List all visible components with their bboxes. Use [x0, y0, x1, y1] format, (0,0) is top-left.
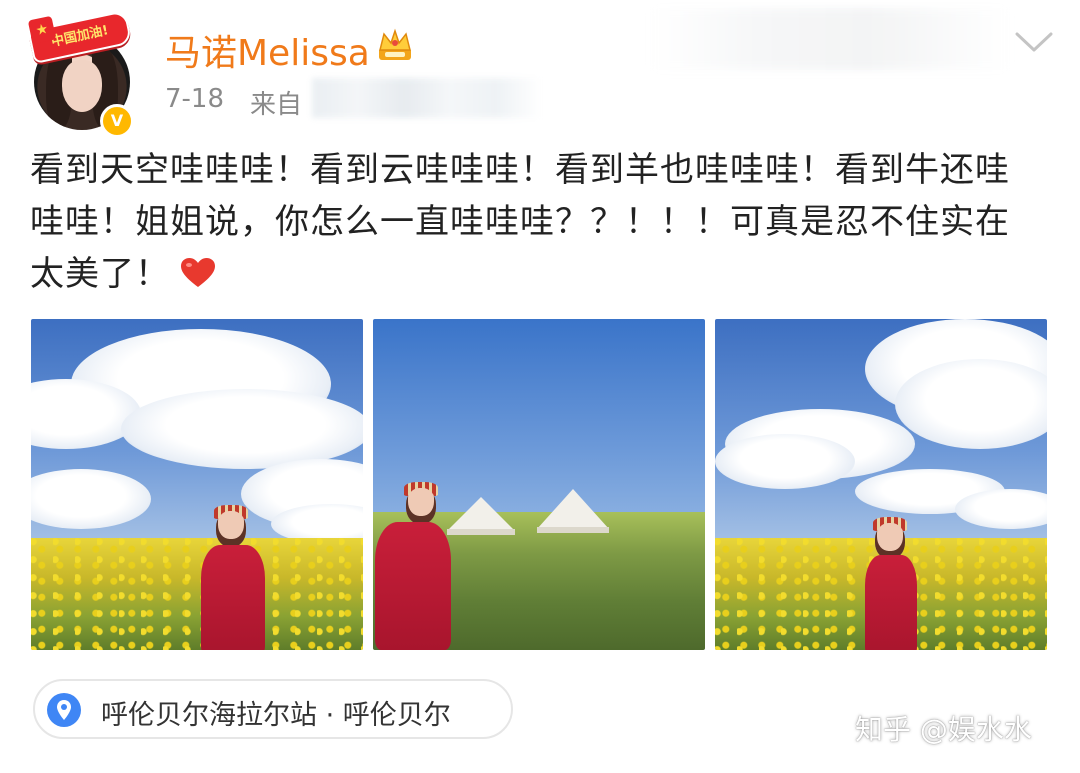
watermark: 知乎 @娱水水 [855, 713, 1032, 746]
flag-icon: ★ [27, 15, 57, 45]
post-body: 看到天空哇哇哇！看到云哇哇哇！看到羊也哇哇哇！看到牛还哇哇哇！姐姐说，你怎么一直… [30, 150, 1010, 294]
crown-icon[interactable] [376, 28, 414, 64]
location-text: 呼伦贝尔海拉尔站 · 呼伦贝尔 [101, 693, 451, 732]
blurred-area [650, 8, 1010, 70]
location-city: 呼伦贝尔 [342, 700, 451, 731]
chevron-down-icon[interactable] [1014, 30, 1054, 54]
location-separator: · [325, 700, 335, 731]
avatar[interactable]: 中国加油! ★ V [27, 9, 140, 138]
photo-rapeseed-field-1[interactable] [31, 319, 363, 650]
photo-rapeseed-field-2[interactable] [715, 319, 1047, 650]
post-source-label: 来自 [250, 90, 303, 120]
username[interactable]: 马诺Melissa [165, 24, 370, 76]
location-pin-icon [47, 693, 81, 727]
heart-icon [181, 258, 215, 287]
location-place: 呼伦贝尔海拉尔站 [101, 700, 317, 731]
post-date: 7-18 [165, 84, 225, 114]
post-text: 看到天空哇哇哇！看到云哇哇哇！看到羊也哇哇哇！看到牛还哇哇哇！姐姐说，你怎么一直… [30, 144, 1030, 300]
photo-grassland-tents[interactable] [373, 319, 705, 650]
location-tag[interactable]: 呼伦贝尔海拉尔站 · 呼伦贝尔 [33, 679, 513, 739]
verified-v-icon: V [100, 104, 134, 138]
blurred-source [312, 78, 542, 118]
